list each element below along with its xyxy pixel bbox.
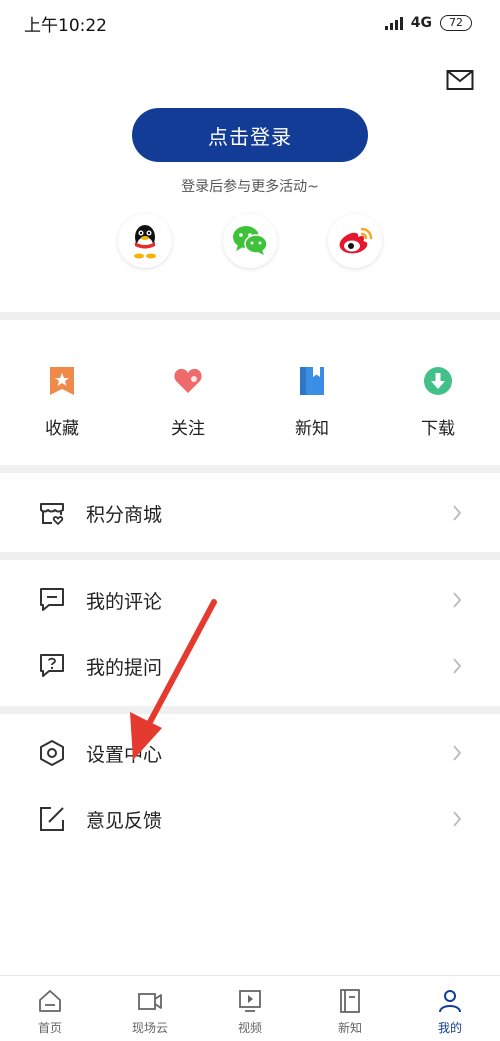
bookmark-star-icon (50, 367, 74, 395)
wechat-login-button[interactable] (223, 214, 277, 268)
quick-action-download[interactable]: 下载 (398, 366, 478, 439)
menu-settings-center[interactable]: 设置中心 (0, 720, 500, 786)
menu-my-questions[interactable]: 我的提问 (0, 633, 500, 699)
tab-label: 新知 (337, 1021, 362, 1035)
menu-feedback[interactable]: 意见反馈 (0, 786, 500, 852)
tab-label: 我的 (437, 1021, 462, 1035)
bottom-tab-bar: 首页 现场云 视频 新知 我的 (0, 975, 500, 1041)
network-type: 4G (410, 15, 432, 31)
chevron-right-icon (453, 745, 462, 761)
menu-label: 积分商城 (86, 503, 163, 526)
login-button[interactable]: 点击登录 (132, 108, 368, 162)
book-icon (300, 367, 324, 395)
quick-action-label: 新知 (295, 419, 329, 439)
tab-label: 现场云 (131, 1021, 168, 1035)
qq-login-button[interactable] (118, 214, 172, 268)
quick-action-label: 下载 (421, 419, 455, 439)
question-bubble-icon (40, 654, 64, 677)
status-time: 上午10:22 (24, 15, 107, 36)
weibo-login-button[interactable] (328, 214, 382, 268)
mail-icon[interactable] (446, 68, 474, 92)
tab-label: 视频 (237, 1021, 262, 1035)
tab-home[interactable]: 首页 (0, 976, 100, 1041)
menu-label: 设置中心 (86, 743, 163, 766)
tab-live-cloud[interactable]: 现场云 (100, 976, 200, 1041)
menu-label: 我的评论 (86, 590, 163, 613)
comment-icon (40, 588, 64, 611)
quick-action-favorites[interactable]: 收藏 (22, 366, 102, 439)
chevron-right-icon (453, 592, 462, 608)
login-hint: 登录后参与更多活动~ (181, 179, 319, 195)
tab-new-knowledge[interactable]: 新知 (300, 976, 400, 1041)
tab-label: 首页 (37, 1021, 62, 1035)
section-divider (0, 312, 500, 320)
shop-icon (40, 503, 64, 526)
status-bar: 上午10:22 4G 72 (0, 0, 500, 46)
chevron-right-icon (453, 658, 462, 674)
wechat-icon (233, 226, 268, 255)
chevron-right-icon (453, 811, 462, 827)
signal-icon (384, 16, 403, 30)
heart-icon (174, 368, 202, 393)
section-divider (0, 465, 500, 473)
weibo-icon (339, 227, 373, 254)
menu-my-comments[interactable]: 我的评论 (0, 567, 500, 633)
play-screen-icon (239, 990, 261, 1012)
quick-action-label: 收藏 (45, 419, 79, 439)
section-divider (0, 706, 500, 714)
home-icon (39, 990, 61, 1012)
menu-label: 我的提问 (86, 656, 163, 679)
quick-action-follow[interactable]: 关注 (148, 366, 228, 439)
tab-video[interactable]: 视频 (200, 976, 300, 1041)
qq-icon (134, 225, 156, 259)
settings-hexagon-icon (40, 740, 64, 766)
battery-level: 72 (440, 15, 472, 31)
tab-mine[interactable]: 我的 (400, 976, 500, 1041)
book-icon (340, 989, 360, 1013)
edit-icon (40, 807, 64, 831)
download-icon (424, 367, 452, 395)
status-indicators: 4G 72 (384, 15, 472, 31)
chevron-right-icon (453, 505, 462, 521)
quick-action-new-knowledge[interactable]: 新知 (272, 366, 352, 439)
menu-label: 意见反馈 (86, 809, 163, 832)
section-divider (0, 552, 500, 560)
quick-action-label: 关注 (171, 419, 205, 439)
user-icon (439, 990, 461, 1013)
menu-points-mall[interactable]: 积分商城 (0, 480, 500, 546)
video-camera-icon (138, 993, 162, 1010)
